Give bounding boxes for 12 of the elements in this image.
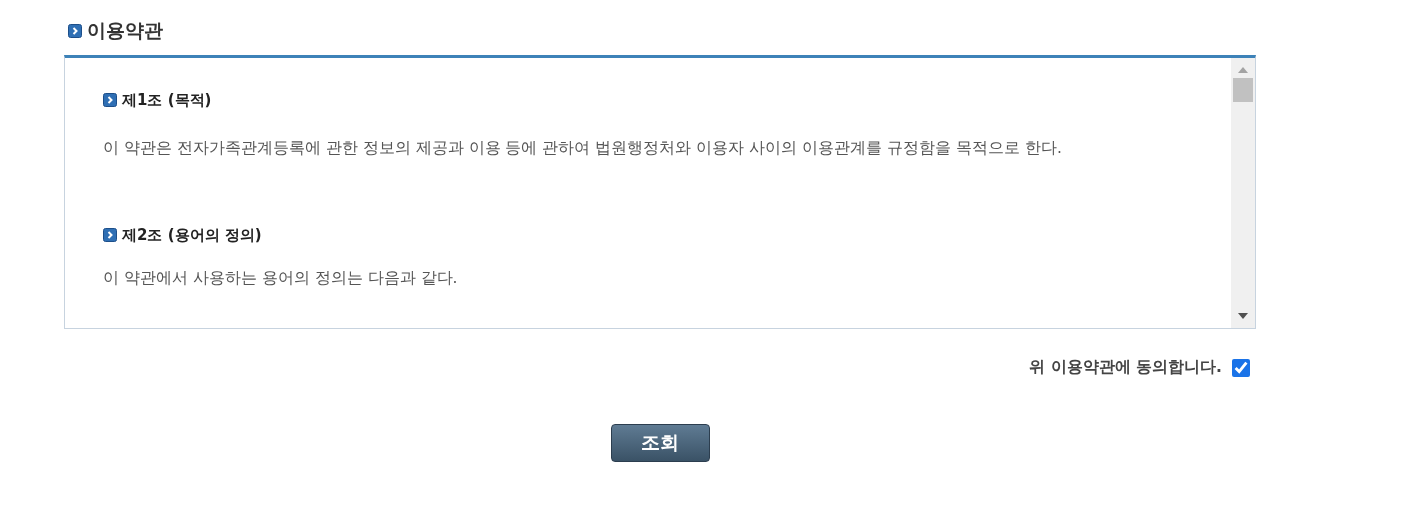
scrollbar[interactable]	[1231, 58, 1255, 328]
scroll-down-icon[interactable]	[1237, 312, 1249, 320]
scroll-up-icon[interactable]	[1237, 66, 1249, 74]
agree-checkbox[interactable]	[1232, 358, 1250, 377]
article-heading: 제1조 (목적)	[122, 90, 212, 110]
search-button[interactable]: 조회	[610, 424, 710, 462]
article-text: 이 약관에서 사용하는 용어의 정의는 다음과 같다.	[103, 268, 459, 289]
agree-label: 위 이용약관에 동의합니다.	[1029, 357, 1222, 378]
article-text: 이 약관은 전자가족관계등록에 관한 정보의 제공과 이용 등에 관하여 법원행정처와 이용자 사이의 이용관계를 규정함을 목적으로 한다.	[103, 138, 1063, 159]
article-heading: 제2조 (용어의 정의)	[122, 225, 262, 245]
section-title: 이용약관	[87, 18, 163, 43]
scroll-thumb[interactable]	[1233, 78, 1253, 102]
